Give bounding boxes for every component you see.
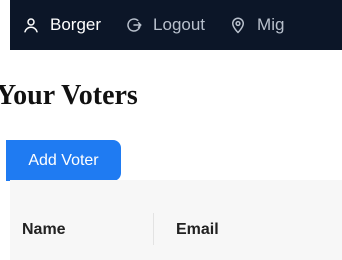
nav-item-logout-label: Logout (153, 15, 206, 34)
nav-item-user-label: Borger (50, 15, 102, 34)
column-divider (153, 213, 154, 245)
table-header (10, 180, 342, 260)
top-navbar: Borger Logout Mig (10, 0, 342, 50)
nav-item-profile-label: Mig (257, 15, 285, 34)
nav-item-user[interactable]: Borger (22, 15, 101, 35)
column-header-name[interactable]: Name (22, 221, 66, 239)
location-pin-icon (229, 16, 247, 34)
logout-icon (125, 16, 143, 34)
nav-item-logout[interactable]: Logout (125, 15, 205, 35)
nav-item-profile[interactable]: Mig (229, 15, 284, 35)
column-header-email[interactable]: Email (176, 221, 219, 239)
page-title: Your Voters (0, 80, 138, 111)
user-icon (22, 16, 40, 34)
add-voter-button[interactable]: Add Voter (6, 140, 121, 181)
